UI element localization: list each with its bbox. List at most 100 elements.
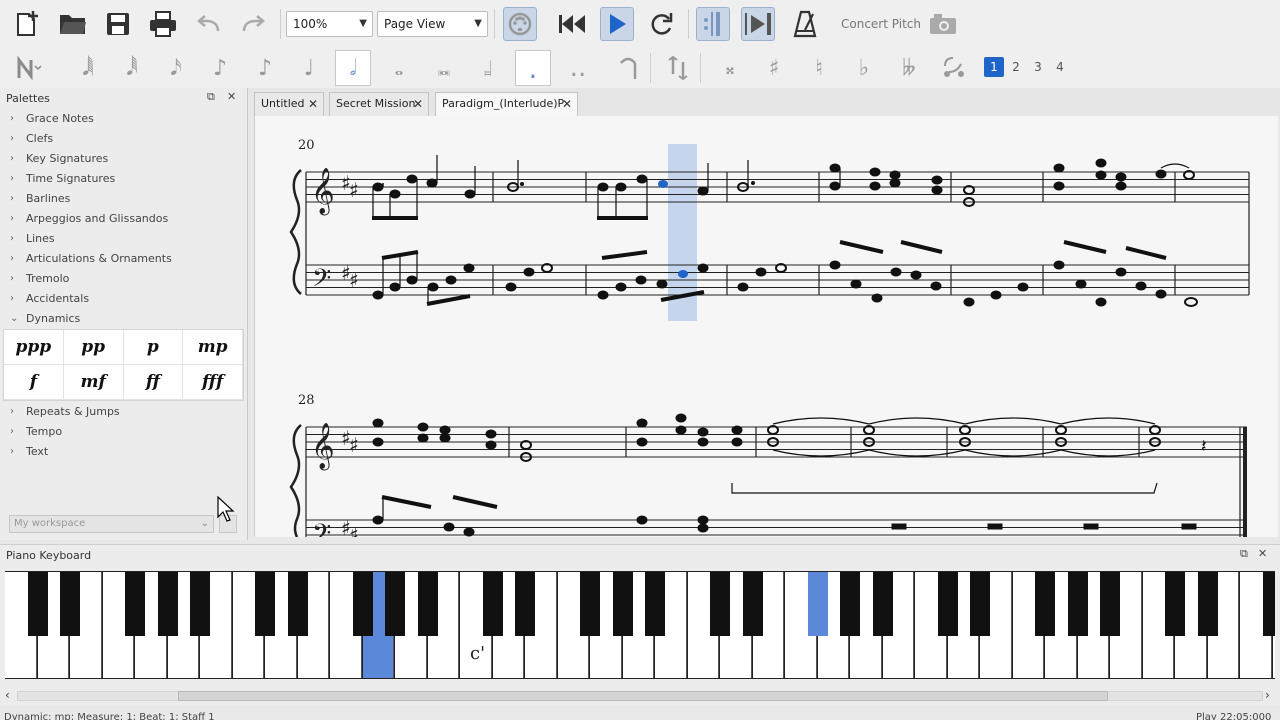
piano-black-key[interactable]	[807, 572, 828, 636]
scroll-right-icon[interactable]: ›	[1265, 688, 1270, 702]
selected-note[interactable]	[658, 180, 668, 188]
note-16th-icon[interactable]: 𝅘𝅥𝅯	[158, 50, 194, 86]
palette-tremolo[interactable]: › Tremolo	[10, 269, 69, 287]
natural-icon[interactable]: ♮	[801, 50, 837, 86]
tab-untitled[interactable]: Untitled ✕	[254, 92, 324, 116]
dynamic-ff[interactable]: ff	[123, 365, 184, 400]
palette-time-signatures[interactable]: › Time Signatures	[10, 169, 115, 187]
close-icon[interactable]: ✕	[227, 90, 236, 103]
piano-black-key[interactable]	[482, 572, 503, 636]
voice-2-button[interactable]: 2	[1006, 57, 1026, 77]
piano-black-key[interactable]	[60, 572, 80, 636]
dynamic-fff[interactable]: fff	[183, 365, 243, 400]
loop-icon[interactable]	[645, 7, 679, 41]
dynamic-pp[interactable]: pp	[63, 330, 124, 365]
piano-black-key[interactable]	[1035, 572, 1055, 636]
concert-pitch-toggle[interactable]: Concert Pitch	[841, 17, 921, 31]
camera-icon[interactable]	[926, 7, 960, 41]
undo-icon[interactable]	[192, 7, 226, 41]
piano-black-key[interactable]	[287, 572, 308, 636]
piano-black-key[interactable]	[645, 572, 665, 636]
selected-note[interactable]	[678, 270, 688, 278]
piano-black-key[interactable]	[612, 572, 633, 636]
tie-icon[interactable]	[610, 50, 646, 86]
piano-black-key[interactable]	[157, 572, 178, 636]
sharp-icon[interactable]: ♯	[756, 50, 792, 86]
palette-accidentals[interactable]: › Accidentals	[10, 289, 89, 307]
pan-score-icon[interactable]	[741, 7, 775, 41]
piano-black-key[interactable]	[1262, 572, 1275, 636]
print-icon[interactable]	[146, 7, 180, 41]
palette-clefs[interactable]: › Clefs	[10, 129, 53, 147]
close-icon[interactable]: ✕	[1258, 547, 1267, 560]
dynamic-f[interactable]: f	[4, 365, 64, 400]
piano-black-key[interactable]	[710, 572, 730, 636]
note-whole-icon[interactable]: 𝅝	[381, 50, 417, 86]
horizontal-scrollbar[interactable]: ‹ ›	[5, 688, 1275, 703]
piano-black-key[interactable]	[27, 572, 48, 636]
view-mode-select[interactable]: Page View ▼	[377, 11, 488, 37]
note-8th-icon[interactable]: ♪	[202, 50, 238, 86]
flat-icon[interactable]: ♭	[846, 50, 882, 86]
play-icon[interactable]	[600, 7, 634, 41]
voice-4-button[interactable]: 4	[1050, 57, 1070, 77]
piano-black-key[interactable]	[1100, 572, 1120, 636]
workspace-select[interactable]: My workspace ⌄	[9, 515, 214, 533]
double-sharp-icon[interactable]: 𝄪	[712, 50, 748, 86]
note-breve-icon[interactable]: 𝅜	[426, 50, 462, 86]
piano-black-key[interactable]	[417, 572, 438, 636]
tab-secret-mission[interactable]: Secret Mission ✕	[329, 92, 429, 116]
note-8th-icon[interactable]: ♪	[247, 50, 283, 86]
palette-arpeggios[interactable]: › Arpeggios and Glissandos	[10, 209, 168, 227]
palette-repeats-jumps[interactable]: › Repeats & Jumps	[10, 402, 120, 420]
piano-black-key[interactable]	[255, 572, 275, 636]
piano-black-key[interactable]	[352, 572, 373, 636]
flip-direction-icon[interactable]	[660, 50, 696, 86]
palette-barlines[interactable]: › Barlines	[10, 189, 70, 207]
piano-black-key[interactable]	[580, 572, 600, 636]
piano-black-key[interactable]	[970, 572, 990, 636]
piano-black-key[interactable]	[1165, 572, 1185, 636]
piano-black-key[interactable]	[872, 572, 893, 636]
note-half-icon[interactable]: 𝅗𝅥	[335, 50, 371, 86]
palette-articulations[interactable]: › Articulations & Ornaments	[10, 249, 172, 267]
piano-black-key[interactable]	[125, 572, 145, 636]
palette-lines[interactable]: › Lines	[10, 229, 55, 247]
save-icon[interactable]	[101, 7, 135, 41]
note-32nd-icon[interactable]: 𝅘𝅥𝅱	[114, 50, 150, 86]
note-longa-icon[interactable]: 𝆷	[470, 50, 506, 86]
voice-1-button[interactable]: 1	[984, 57, 1004, 77]
note-input-mode-icon[interactable]	[12, 50, 48, 86]
palette-dynamics[interactable]: ⌄ Dynamics	[10, 309, 80, 327]
note-quarter-icon[interactable]: ♩	[291, 50, 327, 86]
piano-black-key[interactable]	[742, 572, 763, 636]
redo-icon[interactable]	[236, 7, 270, 41]
zoom-select[interactable]: 100% ▼	[286, 11, 373, 37]
voice-3-button[interactable]: 3	[1028, 57, 1048, 77]
note-64th-icon[interactable]: 𝅘𝅥𝅲	[70, 50, 106, 86]
tab-paradigm[interactable]: Paradigm_(Interlude)P ✕	[435, 92, 578, 116]
scroll-left-icon[interactable]: ‹	[5, 688, 10, 702]
new-score-icon[interactable]	[10, 7, 44, 41]
dynamic-ppp[interactable]: ppp	[4, 330, 64, 365]
rewind-icon[interactable]	[555, 7, 589, 41]
piano-keyboard[interactable]: c'	[5, 571, 1275, 679]
palette-key-signatures[interactable]: › Key Signatures	[10, 149, 108, 167]
open-folder-icon[interactable]	[56, 7, 90, 41]
dynamic-mf[interactable]: mf	[63, 365, 124, 400]
voice-flip-icon[interactable]	[936, 50, 972, 86]
piano-black-key[interactable]	[385, 572, 405, 636]
float-panel-icon[interactable]: ⧉	[207, 90, 215, 104]
piano-black-key[interactable]	[937, 572, 958, 636]
float-panel-icon[interactable]: ⧉	[1240, 547, 1248, 561]
double-flat-icon[interactable]: 𝄫	[891, 50, 927, 86]
close-icon[interactable]: ✕	[308, 93, 318, 115]
repeat-playback-icon[interactable]	[696, 7, 730, 41]
palette-text[interactable]: › Text	[10, 442, 48, 460]
dynamic-mp[interactable]: mp	[183, 330, 243, 365]
piano-black-key[interactable]	[515, 572, 535, 636]
dynamic-p[interactable]: p	[123, 330, 184, 365]
piano-black-key[interactable]	[1197, 572, 1218, 636]
scroll-thumb[interactable]	[178, 691, 1108, 701]
palette-grace-notes[interactable]: › Grace Notes	[10, 109, 94, 127]
